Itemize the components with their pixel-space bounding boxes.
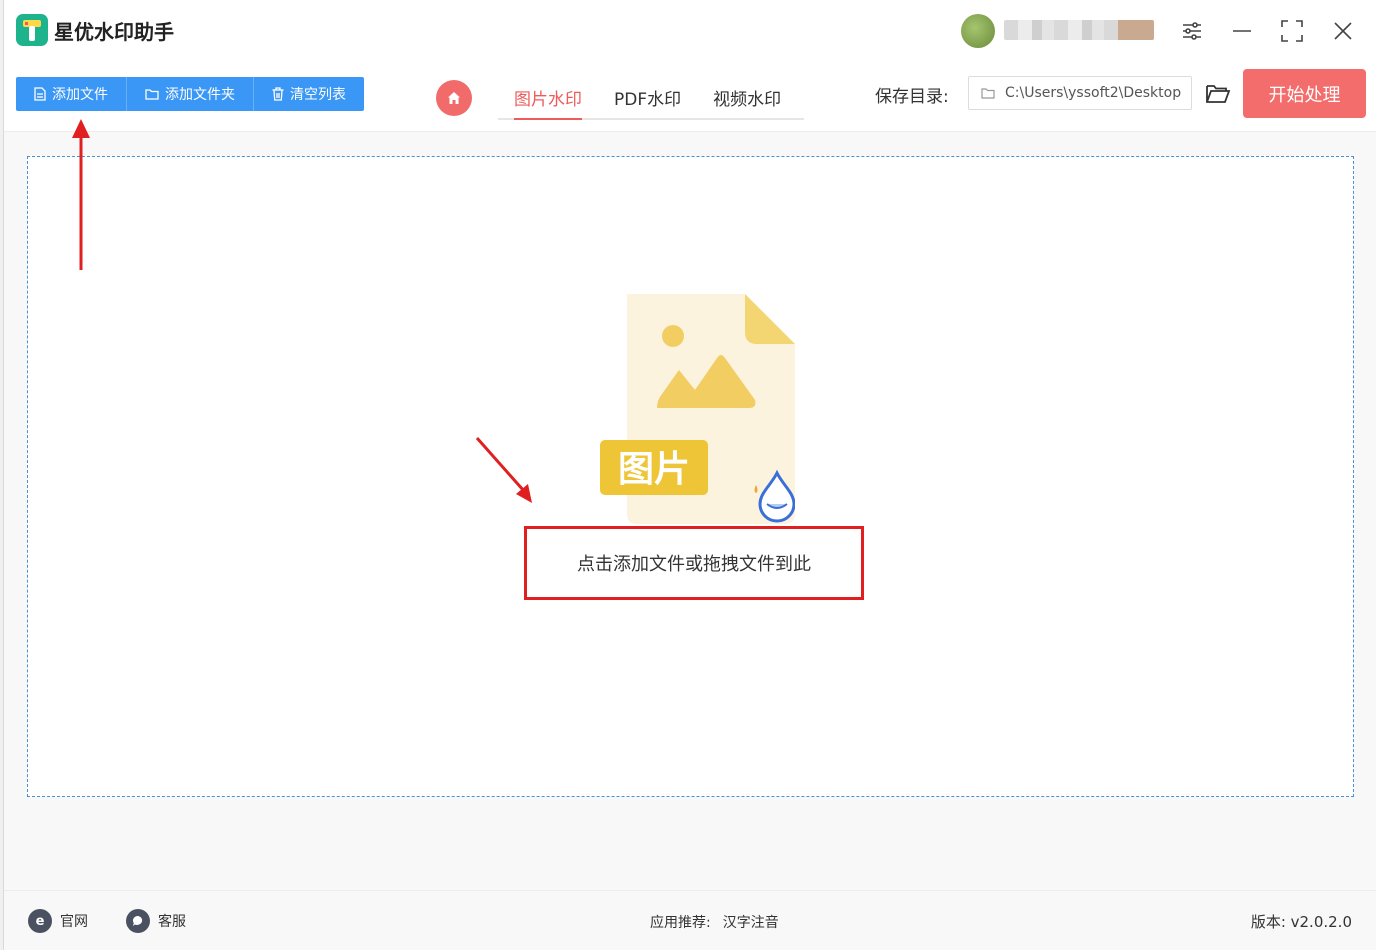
toolbar: 添加文件 添加文件夹 清空列表 图片水印 PDF水印 视频水印 保存目录: C:…	[4, 62, 1376, 132]
clear-list-label: 清空列表	[290, 87, 346, 103]
maximize-icon[interactable]	[1277, 16, 1307, 46]
user-avatar[interactable]	[961, 14, 995, 48]
support-label: 客服	[158, 914, 186, 930]
open-folder-icon[interactable]	[1204, 80, 1232, 108]
tab-pdf-watermark[interactable]: PDF水印	[598, 76, 697, 118]
recommend-label: 应用推荐:	[650, 915, 711, 931]
drop-hint-text[interactable]: 点击添加文件或拖拽文件到此	[524, 526, 864, 600]
app-title: 星优水印助手	[54, 20, 174, 44]
home-icon	[448, 92, 460, 104]
website-link[interactable]: e 官网	[28, 909, 88, 933]
add-folder-label: 添加文件夹	[165, 87, 235, 103]
image-file-illustration: 图片	[600, 294, 795, 524]
close-icon[interactable]	[1328, 16, 1358, 46]
save-dir-input[interactable]: C:\Users\yssoft2\Desktop	[968, 76, 1192, 110]
add-file-button[interactable]: 添加文件	[16, 77, 127, 111]
add-file-label: 添加文件	[52, 87, 108, 103]
save-dir-label: 保存目录:	[875, 87, 949, 107]
version-label: 版本: v2.0.2.0	[1250, 913, 1352, 931]
folder-icon	[981, 88, 995, 99]
app-recommend: 应用推荐: 汉字注音	[650, 912, 779, 932]
tab-video-watermark[interactable]: 视频水印	[697, 76, 797, 118]
save-dir-value: C:\Users\yssoft2\Desktop	[1005, 85, 1182, 101]
file-drop-zone[interactable]: 图片 点击添加文件或拖拽文件到此	[27, 156, 1354, 797]
chat-icon	[126, 909, 150, 933]
start-process-button[interactable]: 开始处理	[1243, 69, 1366, 118]
home-button[interactable]	[436, 80, 472, 116]
footer: e 官网 客服 应用推荐: 汉字注音 版本: v2.0.2.0	[4, 890, 1376, 950]
clear-list-button[interactable]: 清空列表	[254, 77, 364, 111]
folder-icon	[145, 89, 159, 100]
settings-icon[interactable]	[1177, 16, 1207, 46]
recommend-app-link[interactable]: 汉字注音	[723, 915, 779, 931]
support-link[interactable]: 客服	[126, 909, 186, 933]
app-logo-icon	[16, 14, 48, 46]
minimize-icon[interactable]	[1227, 16, 1257, 46]
user-name-blurred[interactable]	[1004, 20, 1154, 40]
mode-tabs: 图片水印 PDF水印 视频水印	[498, 76, 804, 120]
ie-icon: e	[28, 909, 52, 933]
tab-image-watermark[interactable]: 图片水印	[498, 76, 598, 120]
file-button-group: 添加文件 添加文件夹 清空列表	[16, 77, 364, 111]
file-icon	[34, 87, 46, 101]
title-bar: 星优水印助手	[4, 0, 1376, 62]
app-window: 星优水印助手 添加文件 添加文件夹 清空列表 图片水印 PDF水印 视频水印 保…	[3, 0, 1376, 950]
website-label: 官网	[60, 914, 88, 930]
add-folder-button[interactable]: 添加文件夹	[127, 77, 254, 111]
trash-icon	[272, 87, 284, 101]
badge-text: 图片	[618, 449, 690, 490]
